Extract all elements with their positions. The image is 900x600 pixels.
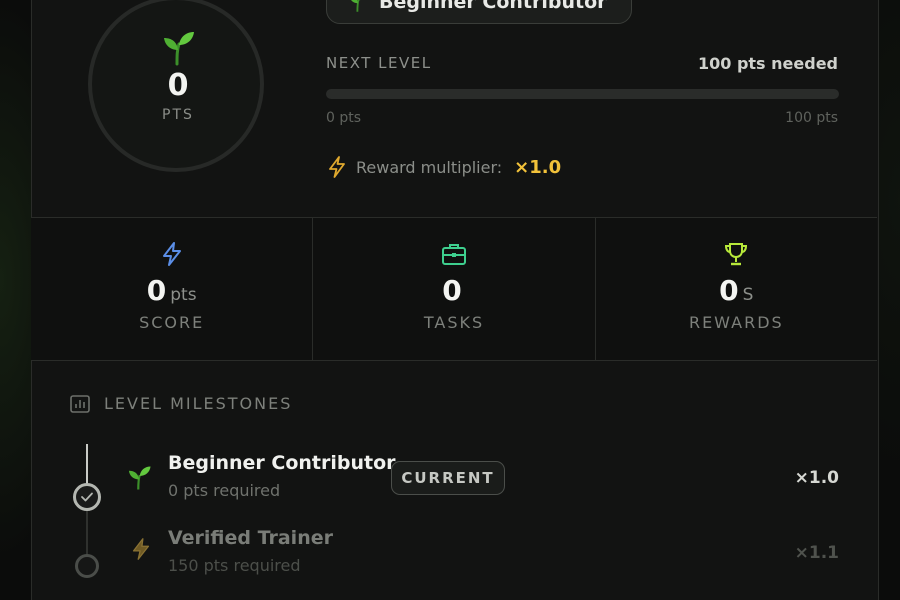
timeline-node-locked	[75, 554, 99, 578]
chart-icon	[70, 394, 90, 413]
points-needed-label: 100 pts needed	[697, 54, 838, 73]
stat-tasks: 0 TASKS	[313, 218, 596, 360]
stat-rewards: 0 S REWARDS	[596, 218, 877, 360]
current-badge: CURRENT	[391, 461, 505, 495]
milestone-name: Beginner Contributor	[168, 452, 396, 474]
milestone-multiplier: ×1.0	[794, 468, 839, 488]
level-progress-bar	[326, 89, 839, 99]
rewards-value: 0	[719, 274, 739, 307]
milestone-requirement: 150 pts required	[168, 556, 301, 575]
rewards-unit: S	[742, 285, 754, 305]
sprout-icon	[128, 466, 151, 490]
timeline-line	[86, 510, 88, 560]
stats-row: 0 pts SCORE 0 TASKS 0 S REWARDS	[31, 217, 877, 361]
check-icon	[81, 492, 93, 502]
points-unit: PTS	[162, 107, 194, 123]
progress-range-max: 100 pts	[785, 110, 838, 126]
score-label: SCORE	[139, 313, 205, 332]
lightning-icon	[132, 538, 150, 560]
current-level-name: Beginner Contributor	[379, 0, 607, 13]
milestone-name: Verified Trainer	[168, 527, 333, 549]
timeline-node-completed	[73, 483, 101, 511]
milestones-header: LEVEL MILESTONES	[70, 394, 292, 413]
stat-score: 0 pts SCORE	[31, 218, 314, 360]
lightning-icon	[162, 242, 181, 266]
reward-multiplier-row: Reward multiplier: ×1.0	[328, 156, 561, 178]
next-level-label: NEXT LEVEL	[326, 54, 432, 72]
progress-range-min: 0 pts	[326, 110, 362, 126]
milestones-title: LEVEL MILESTONES	[104, 394, 293, 413]
milestone-requirement: 0 pts required	[168, 481, 281, 500]
multiplier-label: Reward multiplier:	[356, 157, 503, 177]
points-value: 0	[167, 68, 189, 103]
rewards-label: REWARDS	[688, 313, 784, 332]
score-unit: pts	[170, 285, 197, 305]
tasks-label: TASKS	[423, 313, 485, 332]
trophy-icon	[725, 243, 748, 266]
multiplier-value: ×1.0	[514, 156, 562, 178]
briefcase-icon	[441, 244, 466, 265]
lightning-icon	[329, 156, 345, 178]
milestone-multiplier: ×1.1	[794, 543, 839, 563]
score-value: 0	[146, 274, 167, 307]
current-level-pill: Beginner Contributor	[326, 0, 632, 24]
sprout-icon	[164, 32, 194, 66]
timeline-line	[86, 444, 88, 484]
sprout-icon	[351, 0, 361, 12]
tasks-value: 0	[442, 274, 462, 307]
